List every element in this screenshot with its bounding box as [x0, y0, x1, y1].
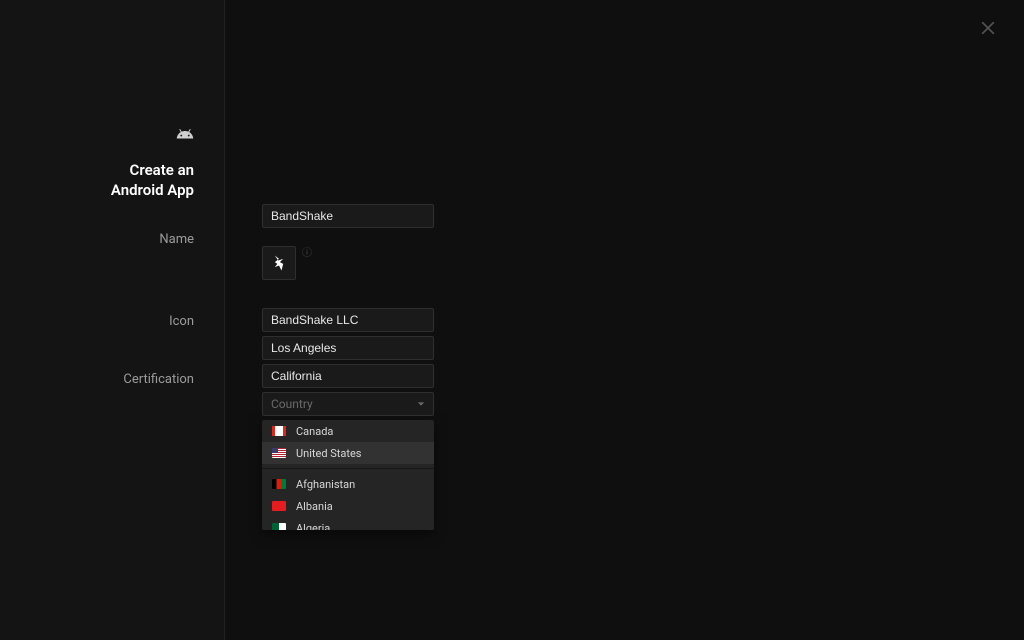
label-icon: Icon	[169, 308, 194, 334]
name-input[interactable]	[262, 204, 434, 228]
flag-dz-icon	[272, 523, 286, 530]
country-option-algeria[interactable]: Algeria	[262, 517, 434, 530]
android-icon	[176, 125, 194, 147]
state-input[interactable]	[262, 364, 434, 388]
city-field-row	[262, 336, 1024, 360]
country-option-label: United States	[296, 447, 361, 460]
country-select[interactable]: Country	[262, 392, 434, 416]
close-button[interactable]	[978, 18, 1002, 42]
flag-af-icon	[272, 479, 286, 489]
sidebar-labels: Name Icon Certification	[123, 226, 194, 392]
country-option-label: Albania	[296, 500, 333, 513]
label-name: Name	[159, 226, 194, 252]
flag-al-icon	[272, 501, 286, 511]
country-option-label: Afghanistan	[296, 478, 355, 491]
name-field-row	[262, 204, 1024, 228]
dropdown-separator	[262, 468, 434, 469]
sidebar: Create an Android App Name Icon Certific…	[0, 0, 225, 640]
country-option-label: Canada	[296, 425, 333, 438]
title-line-2: Android App	[111, 181, 194, 199]
icon-field-row: ⓘ	[262, 246, 1024, 280]
title-line-1: Create an	[130, 161, 194, 179]
country-option-united-states[interactable]: United States	[262, 442, 434, 464]
flag-ca-icon	[272, 426, 286, 436]
close-icon	[978, 18, 998, 38]
company-input[interactable]	[262, 308, 434, 332]
country-option-canada[interactable]: Canada	[262, 420, 434, 442]
city-input[interactable]	[262, 336, 434, 360]
page-title: Create an Android App	[111, 161, 194, 200]
app-icon-upload[interactable]	[262, 246, 296, 280]
country-option-albania[interactable]: Albania	[262, 495, 434, 517]
state-field-row	[262, 364, 1024, 388]
country-placeholder: Country	[271, 397, 313, 411]
company-field-row	[262, 308, 1024, 332]
country-option-afghanistan[interactable]: Afghanistan	[262, 473, 434, 495]
country-dropdown: Canada United States Afghanistan Albania…	[262, 420, 434, 530]
label-certification: Certification	[123, 366, 194, 392]
country-field-row: Country	[262, 392, 1024, 416]
app-icon	[269, 253, 289, 273]
info-icon: ⓘ	[302, 244, 312, 259]
chevron-down-icon	[417, 401, 425, 407]
country-option-label: Algeria	[296, 522, 330, 531]
flag-us-icon	[272, 448, 286, 458]
main-panel: ⓘ Country Canada United States Afghanist…	[225, 0, 1024, 640]
